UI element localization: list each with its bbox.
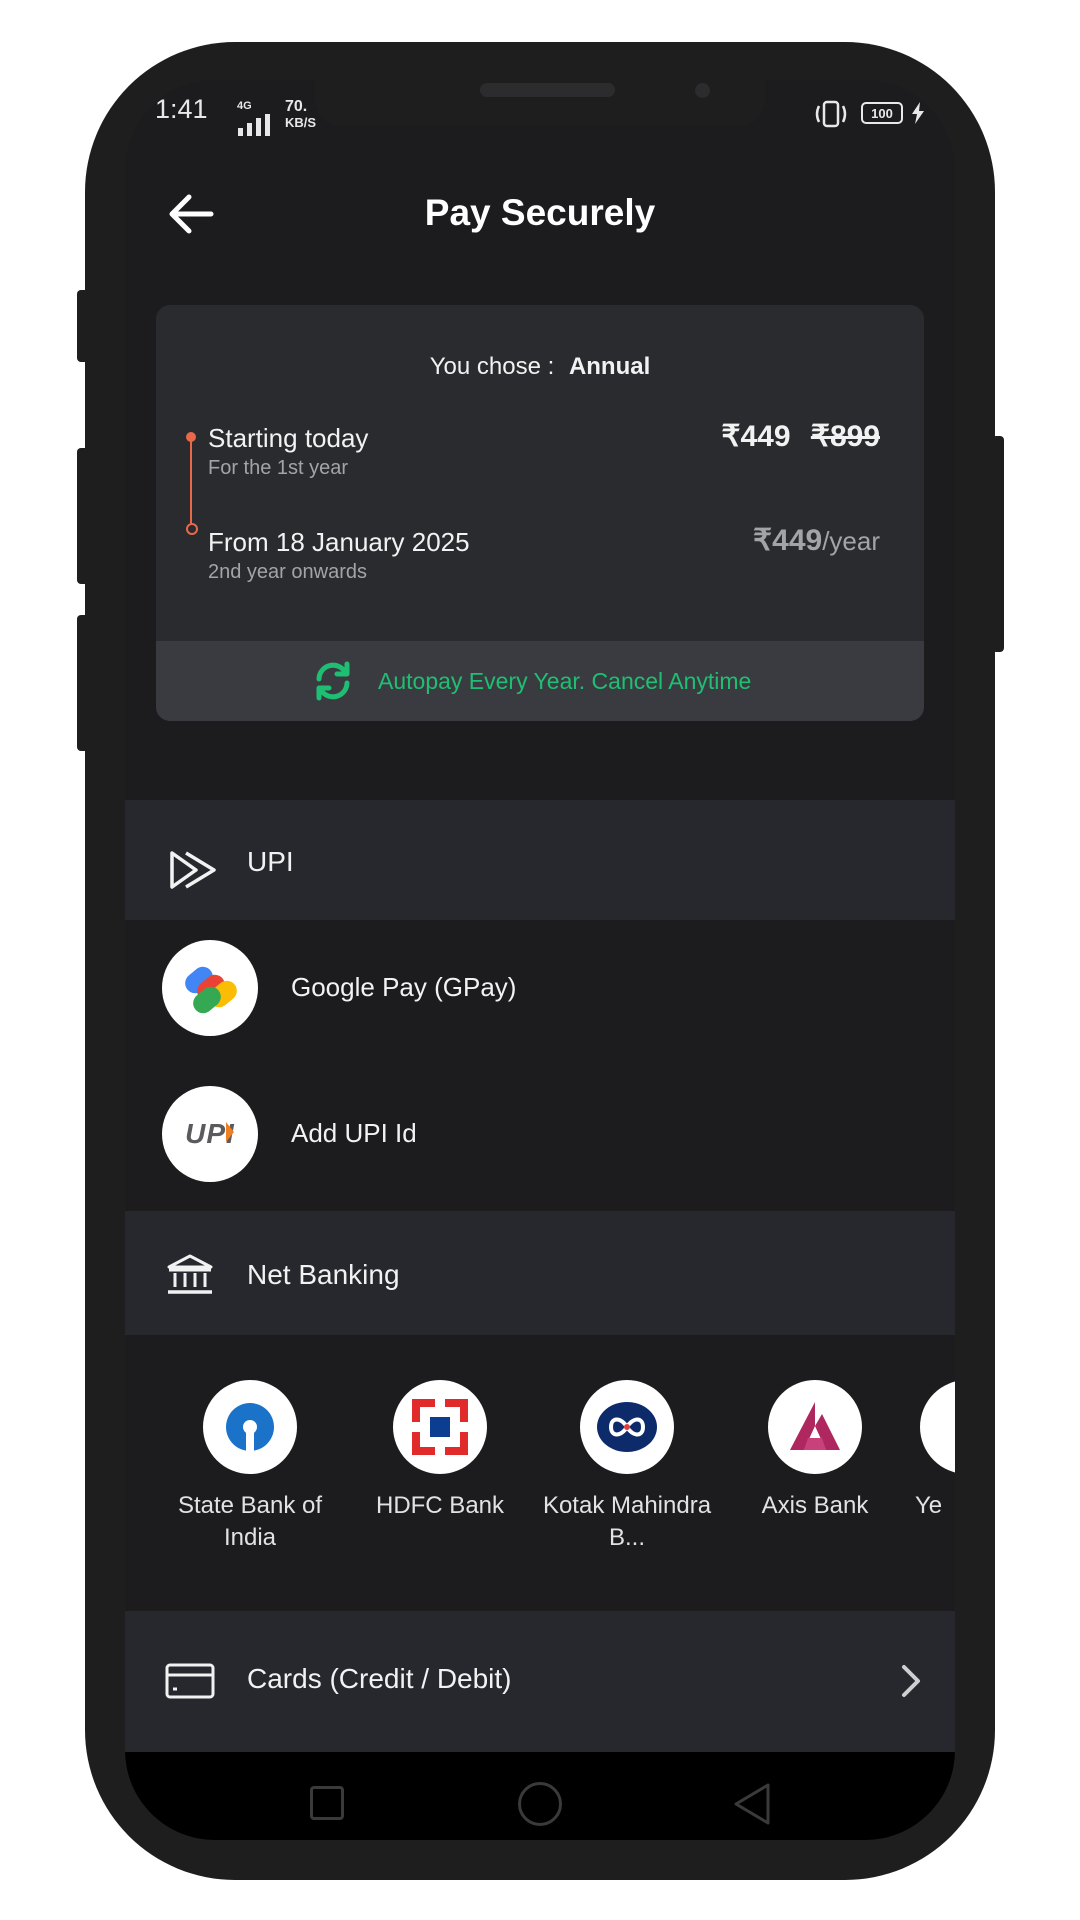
page-title: Pay Securely xyxy=(424,192,656,233)
plan-choice-label: You chose : xyxy=(429,353,555,380)
future-price-block: ₹449/year xyxy=(753,523,880,558)
future-price: ₹449 xyxy=(753,524,823,557)
bank-option-yes[interactable]: Ye xyxy=(915,1380,955,1580)
bank-option-hdfc[interactable]: HDFC Bank xyxy=(355,1380,525,1580)
speed-unit: KB/S xyxy=(285,115,317,130)
autopay-text: Autopay Every Year. Cancel Anytime xyxy=(378,668,752,694)
battery-level: 100 xyxy=(871,106,893,121)
cards-option[interactable]: Cards (Credit / Debit) xyxy=(125,1611,955,1752)
refresh-icon xyxy=(316,661,350,701)
app-screen: 1:41 4G 70. KB/S 100 Pay Securely You ch… xyxy=(125,80,955,1840)
today-subtitle: For the 1st year xyxy=(208,457,349,479)
upi-section-header[interactable]: UPI xyxy=(125,800,955,920)
upi-logo-text: UPI xyxy=(185,1118,235,1149)
phone-side-button xyxy=(992,436,1004,652)
add-upi-id-option[interactable]: UPI Add UPI Id xyxy=(125,1074,955,1192)
phone-side-button xyxy=(77,615,89,751)
future-period: /year xyxy=(822,526,880,556)
plan-summary-card: You chose : Annual Starting today For th… xyxy=(156,305,924,721)
today-price-block: ₹449 ₹899 xyxy=(721,419,880,454)
plan-choice-value: Annual xyxy=(568,353,651,380)
bank-icon xyxy=(167,1254,213,1294)
sbi-logo xyxy=(203,1380,297,1474)
hdfc-logo xyxy=(393,1380,487,1474)
google-pay-logo xyxy=(162,940,258,1036)
recents-button[interactable] xyxy=(310,1786,344,1820)
bank-name-kotak: Kotak Mahindra B... xyxy=(542,1492,712,1551)
bank-option-axis[interactable]: Axis Bank xyxy=(730,1380,900,1580)
back-nav-button[interactable] xyxy=(732,1782,772,1826)
signal-icon xyxy=(238,114,270,136)
future-subtitle: 2nd year onwards xyxy=(208,561,367,583)
card-icon xyxy=(165,1663,215,1699)
gpay-option[interactable]: Google Pay (GPay) xyxy=(125,928,955,1046)
autopay-banner: Autopay Every Year. Cancel Anytime xyxy=(156,641,924,721)
original-price: ₹899 xyxy=(810,420,880,453)
net-banking-label: Net Banking xyxy=(247,1259,400,1290)
phone-side-button xyxy=(77,448,89,584)
bank-option-sbi[interactable]: State Bank of India xyxy=(165,1380,335,1580)
cards-label: Cards (Credit / Debit) xyxy=(247,1663,512,1694)
net-banking-section-header[interactable]: Net Banking xyxy=(125,1211,955,1335)
charging-icon xyxy=(912,102,924,124)
bank-name-sbi: State Bank of India xyxy=(177,1492,323,1551)
phone-side-button xyxy=(77,290,89,362)
future-title: From 18 January 2025 xyxy=(208,527,470,557)
status-time: 1:41 xyxy=(155,94,208,124)
upi-play-icon xyxy=(170,851,216,889)
add-upi-id-label: Add UPI Id xyxy=(291,1118,417,1148)
speed-value: 70. xyxy=(285,98,308,115)
bank-option-kotak[interactable]: Kotak Mahindra B... xyxy=(542,1380,712,1580)
kotak-logo xyxy=(580,1380,674,1474)
vibrate-icon xyxy=(815,100,847,128)
plan-choice: You chose : Annual xyxy=(156,353,924,381)
today-price: ₹449 xyxy=(721,420,791,453)
bank-name-axis: Axis Bank xyxy=(761,1492,869,1519)
timeline-dot-end xyxy=(186,523,198,535)
home-button[interactable] xyxy=(518,1782,562,1826)
yes-bank-logo xyxy=(920,1380,955,1474)
timeline-line xyxy=(190,440,192,524)
gpay-label: Google Pay (GPay) xyxy=(291,972,517,1002)
axis-logo xyxy=(768,1380,862,1474)
bank-name-yes: Ye xyxy=(915,1492,943,1519)
system-navigation-bar xyxy=(125,1752,955,1840)
camera-notch xyxy=(315,80,765,126)
upi-logo: UPI xyxy=(162,1086,258,1182)
battery-icon: 100 xyxy=(861,102,903,124)
upi-section-label: UPI xyxy=(247,846,294,877)
network-label: 4G xyxy=(237,100,252,112)
today-title: Starting today xyxy=(208,423,369,453)
bank-name-hdfc: HDFC Bank xyxy=(375,1492,505,1519)
chevron-right-icon xyxy=(902,1665,920,1697)
